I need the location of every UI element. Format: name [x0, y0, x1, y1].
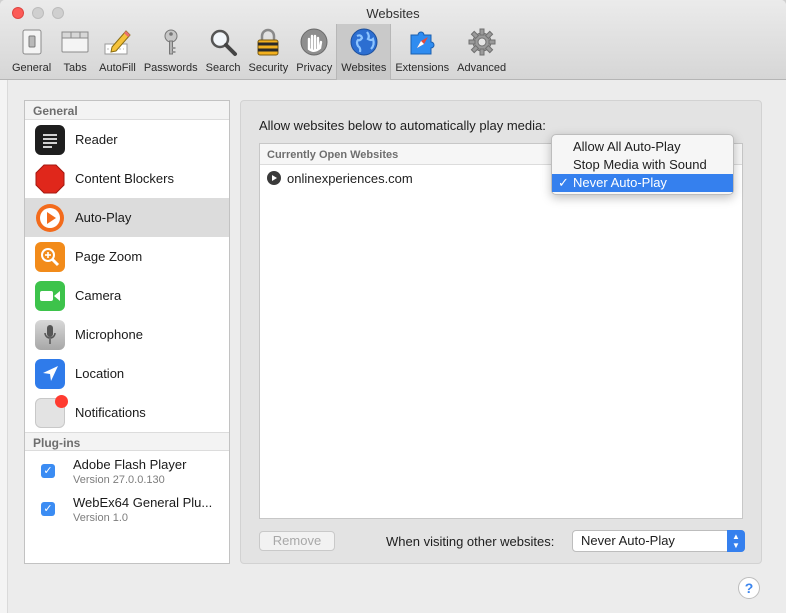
plugin-text: Adobe Flash Player Version 27.0.0.130: [73, 457, 186, 486]
preferences-window: Websites General Tabs AutoFill Passwords…: [0, 0, 786, 613]
general-section-header: General: [25, 101, 229, 120]
sidebar-item-camera[interactable]: Camera: [25, 276, 229, 315]
plugin-checkbox[interactable]: ✓: [41, 502, 55, 516]
sidebar: General Reader Content Blockers Auto-Pla…: [24, 100, 230, 564]
help-button[interactable]: ?: [738, 577, 760, 599]
tab-extensions-label: Extensions: [395, 62, 450, 74]
plugins-section-header: Plug-ins: [25, 432, 229, 451]
sidebar-item-label: Reader: [75, 132, 118, 147]
sidebar-item-label: Microphone: [75, 327, 143, 342]
sidebar-item-content-blockers[interactable]: Content Blockers: [25, 159, 229, 198]
tab-advanced-label: Advanced: [457, 62, 507, 74]
globe-icon: [348, 26, 380, 58]
websites-table: Currently Open Websites onlinexperiences…: [259, 143, 743, 519]
hand-icon: [298, 26, 330, 58]
microphone-icon: [35, 319, 65, 350]
tab-general[interactable]: General: [8, 24, 55, 80]
plugin-text: WebEx64 General Plu... Version 1.0: [73, 495, 212, 524]
gear-icon: [466, 26, 498, 58]
tab-security-label: Security: [248, 62, 289, 74]
select-value: Never Auto-Play: [581, 533, 675, 548]
tab-tabs-label: Tabs: [63, 62, 87, 74]
menu-item-never[interactable]: ✓ Never Auto-Play: [552, 174, 733, 192]
tabs-icon: [59, 26, 91, 58]
menu-item-label: Never Auto-Play: [573, 175, 667, 190]
plugin-version: Version 27.0.0.130: [73, 474, 165, 486]
sidebar-item-notifications[interactable]: Notifications: [25, 393, 229, 432]
tab-passwords[interactable]: Passwords: [140, 24, 202, 80]
notifications-icon: [35, 394, 68, 428]
other-websites-label: When visiting other websites:: [386, 534, 555, 549]
sidebar-item-label: Camera: [75, 288, 122, 303]
tab-privacy-label: Privacy: [296, 62, 333, 74]
remove-button[interactable]: Remove: [259, 531, 335, 551]
key-icon: [155, 26, 187, 58]
tab-advanced[interactable]: Advanced: [453, 24, 510, 80]
plugin-item-flash[interactable]: ✓ Adobe Flash Player Version 27.0.0.130: [25, 451, 229, 489]
stop-sign-icon: [35, 164, 65, 194]
preference-tabs: General Tabs AutoFill Passwords Search S…: [8, 24, 510, 80]
tab-extensions[interactable]: Extensions: [391, 24, 453, 80]
website-name: onlinexperiences.com: [287, 170, 413, 186]
sidebar-item-label: Notifications: [75, 405, 146, 420]
plugin-checkbox[interactable]: ✓: [41, 464, 55, 478]
camera-icon: [35, 280, 65, 311]
tab-websites[interactable]: Websites: [336, 24, 392, 80]
content-title: Allow websites below to automatically pl…: [259, 118, 546, 133]
tab-search-label: Search: [205, 62, 241, 74]
tab-autofill[interactable]: AutoFill: [95, 24, 140, 80]
sidebar-item-page-zoom[interactable]: Page Zoom: [25, 237, 229, 276]
reader-icon: [35, 124, 65, 155]
sidebar-item-label: Auto-Play: [75, 210, 132, 225]
menu-item-stop-media[interactable]: Stop Media with Sound: [552, 156, 733, 174]
tab-privacy[interactable]: Privacy: [292, 24, 336, 80]
tab-passwords-label: Passwords: [143, 62, 198, 74]
plugin-item-webex[interactable]: ✓ WebEx64 General Plu... Version 1.0: [25, 489, 229, 527]
tab-search[interactable]: Search: [202, 24, 245, 80]
lock-icon: [252, 26, 284, 58]
autoplay-popup-menu: Allow All Auto-Play Stop Media with Soun…: [551, 134, 734, 195]
checkmark-icon: ✓: [558, 175, 569, 190]
plugin-name: Adobe Flash Player: [73, 457, 187, 472]
sidebar-item-auto-play[interactable]: Auto-Play: [25, 198, 229, 237]
tab-autofill-label: AutoFill: [99, 62, 136, 74]
play-circle-icon: [35, 203, 65, 233]
chevron-updown-icon: ▲ ▼: [727, 530, 745, 552]
play-icon: [267, 171, 281, 185]
location-arrow-icon: [35, 358, 65, 389]
general-icon: [16, 26, 48, 58]
other-websites-select[interactable]: Never Auto-Play ▲ ▼: [572, 530, 745, 552]
tab-security[interactable]: Security: [244, 24, 292, 80]
tab-general-label: General: [12, 62, 52, 74]
sidebar-item-label: Content Blockers: [75, 171, 174, 186]
sidebar-item-label: Location: [75, 366, 125, 381]
tab-websites-label: Websites: [341, 62, 387, 74]
magnifier-icon: [207, 26, 239, 58]
window-title: Websites: [366, 6, 420, 21]
toolbar: Websites General Tabs AutoFill Passwords…: [0, 0, 786, 80]
plugin-version: Version 1.0: [73, 512, 129, 524]
background-window-edge: [0, 80, 8, 613]
zoom-icon: [35, 241, 65, 272]
puzzle-icon: [406, 26, 438, 58]
sidebar-item-reader[interactable]: Reader: [25, 120, 229, 159]
sidebar-item-location[interactable]: Location: [25, 354, 229, 393]
plugin-name: WebEx64 General Plu...: [73, 495, 213, 510]
sidebar-item-microphone[interactable]: Microphone: [25, 315, 229, 354]
autofill-icon: [101, 26, 133, 58]
menu-item-allow-all[interactable]: Allow All Auto-Play: [552, 138, 733, 156]
tab-tabs[interactable]: Tabs: [55, 24, 95, 80]
sidebar-item-label: Page Zoom: [75, 249, 143, 264]
